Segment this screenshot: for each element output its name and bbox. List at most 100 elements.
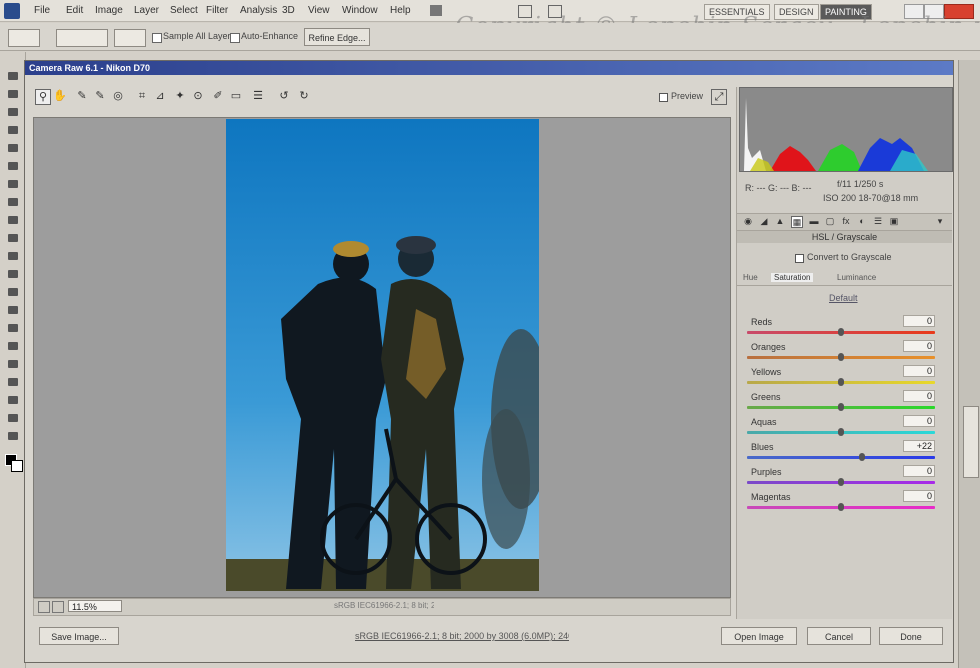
path-select-tool-icon[interactable]: [8, 360, 18, 368]
crop-tool-icon[interactable]: [8, 144, 18, 152]
zoom-tool-icon[interactable]: [8, 432, 18, 440]
menu-select[interactable]: Select: [170, 5, 198, 16]
history-brush-tool-icon[interactable]: [8, 234, 18, 242]
menu-window[interactable]: Window: [342, 5, 378, 16]
straighten-icon[interactable]: ⊿: [153, 89, 167, 103]
subtab-luminance[interactable]: Luminance: [837, 273, 876, 282]
slider-value-field[interactable]: 0: [903, 390, 935, 402]
tool-preset-icon[interactable]: [8, 29, 40, 47]
menu-image[interactable]: Image: [95, 5, 123, 16]
slider-thumb[interactable]: [838, 353, 844, 361]
dodge-tool-icon[interactable]: [8, 306, 18, 314]
menu-file[interactable]: File: [34, 5, 50, 16]
marquee-tool-icon[interactable]: [8, 90, 18, 98]
zoom-level-select[interactable]: 11.5%: [68, 600, 122, 612]
menu-filter[interactable]: Filter: [206, 5, 228, 16]
eraser-tool-icon[interactable]: [8, 252, 18, 260]
menu-edit[interactable]: Edit: [66, 5, 83, 16]
menu-help[interactable]: Help: [390, 5, 411, 16]
cancel-button[interactable]: Cancel: [807, 627, 871, 645]
rotate-left-icon[interactable]: ↺: [277, 89, 291, 103]
move-tool-icon[interactable]: [8, 72, 18, 80]
slider-thumb[interactable]: [838, 328, 844, 336]
shape-tool-icon[interactable]: [8, 378, 18, 386]
slider-thumb[interactable]: [838, 428, 844, 436]
convert-grayscale-checkbox[interactable]: [795, 254, 804, 263]
sample-all-checkbox[interactable]: [152, 33, 162, 43]
image-preview-area[interactable]: [33, 117, 731, 598]
menu-view[interactable]: View: [308, 5, 330, 16]
zoom-in-button[interactable]: [52, 601, 64, 613]
blur-tool-icon[interactable]: [8, 288, 18, 296]
done-button[interactable]: Done: [879, 627, 943, 645]
eyedropper-tool-icon[interactable]: [8, 162, 18, 170]
open-image-button[interactable]: Open Image: [721, 627, 797, 645]
slider-thumb[interactable]: [838, 378, 844, 386]
tab-camera-calibration-icon[interactable]: ◐: [857, 216, 867, 226]
auto-enhance-checkbox[interactable]: [230, 33, 240, 43]
rotate-right-icon[interactable]: ↻: [297, 89, 311, 103]
menu-layer[interactable]: Layer: [134, 5, 159, 16]
slider-thumb[interactable]: [838, 478, 844, 486]
panel-menu-icon[interactable]: ▾: [935, 216, 945, 226]
fullscreen-icon[interactable]: ⤢: [711, 89, 727, 105]
spot-removal-icon[interactable]: ✦: [173, 89, 187, 103]
background-color-swatch[interactable]: [11, 460, 23, 472]
slider-value-field[interactable]: 0: [903, 490, 935, 502]
tab-effects-icon[interactable]: fx: [841, 216, 851, 226]
gradient-tool-icon[interactable]: [8, 270, 18, 278]
color-sampler-icon[interactable]: ✎: [93, 89, 107, 103]
tab-detail-icon[interactable]: ▲: [775, 216, 785, 226]
slider-value-field[interactable]: 0: [903, 340, 935, 352]
target-adjust-icon[interactable]: ◎: [111, 89, 125, 103]
lasso-tool-icon[interactable]: [8, 108, 18, 116]
workflow-options-link[interactable]: sRGB IEC61966-2.1; 8 bit; 2000 by 3008 (…: [355, 631, 569, 641]
slider-value-field[interactable]: 0: [903, 315, 935, 327]
preview-checkbox[interactable]: [659, 93, 668, 102]
slider-thumb[interactable]: [859, 453, 865, 461]
tab-hsl-icon[interactable]: ▦: [791, 216, 803, 228]
healing-tool-icon[interactable]: [8, 180, 18, 188]
crop-icon[interactable]: ⌗: [135, 89, 149, 103]
slider-value-field[interactable]: 0: [903, 465, 935, 477]
slider-thumb[interactable]: [838, 403, 844, 411]
tab-tone-curve-icon[interactable]: ◢: [759, 216, 769, 226]
subtab-saturation[interactable]: Saturation: [771, 273, 814, 282]
slider-thumb[interactable]: [838, 503, 844, 511]
slider-value-field[interactable]: +22: [903, 440, 935, 452]
tab-snapshots-icon[interactable]: ▣: [889, 216, 899, 226]
slider-value-field[interactable]: 0: [903, 365, 935, 377]
panel-dock-scrollbar[interactable]: [958, 60, 980, 668]
tab-basic-icon[interactable]: ◉: [743, 216, 753, 226]
brush-tool-icon[interactable]: [8, 198, 18, 206]
subtab-hue[interactable]: Hue: [743, 273, 758, 282]
save-image-button[interactable]: Save Image...: [39, 627, 119, 645]
tab-presets-icon[interactable]: ☰: [873, 216, 883, 226]
type-tool-icon[interactable]: [8, 342, 18, 350]
bridge-icon[interactable]: [430, 5, 442, 16]
dock-scroll-thumb[interactable]: [963, 406, 979, 478]
3d-rotate-tool-icon[interactable]: [8, 396, 18, 404]
hand-icon[interactable]: ✋: [53, 89, 67, 103]
red-eye-icon[interactable]: ⊙: [191, 89, 205, 103]
default-link[interactable]: Default: [829, 293, 858, 303]
brush-mode-icon[interactable]: [56, 29, 108, 47]
stamp-tool-icon[interactable]: [8, 216, 18, 224]
tab-split-toning-icon[interactable]: ▬: [809, 216, 819, 226]
menu-3d[interactable]: 3D: [282, 5, 295, 16]
pen-tool-icon[interactable]: [8, 324, 18, 332]
refine-edge-button[interactable]: Refine Edge...: [304, 28, 370, 46]
zoom-icon[interactable]: ⚲: [35, 89, 51, 105]
brush-size-picker[interactable]: [114, 29, 146, 47]
tab-lens-icon[interactable]: ▢: [825, 216, 835, 226]
hand-tool-icon[interactable]: [8, 414, 18, 422]
preferences-icon[interactable]: ☰: [251, 89, 265, 103]
menu-analysis[interactable]: Analysis: [240, 5, 277, 16]
slider-track[interactable]: [747, 456, 935, 459]
white-balance-icon[interactable]: ✎: [75, 89, 89, 103]
slider-value-field[interactable]: 0: [903, 415, 935, 427]
zoom-out-button[interactable]: [38, 601, 50, 613]
adjustment-brush-icon[interactable]: ✐: [211, 89, 225, 103]
graduated-filter-icon[interactable]: ▭: [229, 89, 243, 103]
quick-select-tool-icon[interactable]: [8, 126, 18, 134]
